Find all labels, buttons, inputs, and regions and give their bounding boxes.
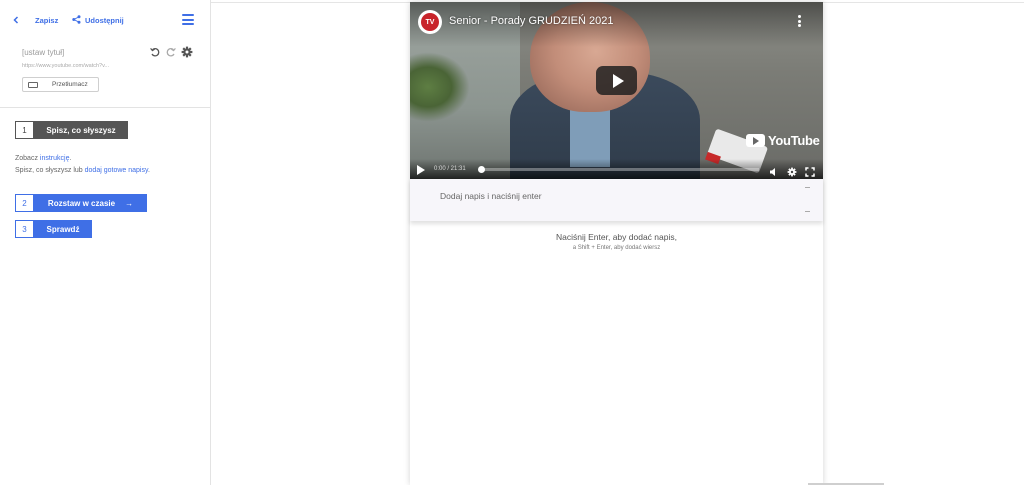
fullscreen-icon[interactable] [805,164,815,177]
instructions-line: Spisz, co słyszysz lub dodaj gotowe napi… [15,167,150,174]
video-time: 0:00 / 21:31 [434,166,466,172]
step-label: Sprawdź [34,220,92,238]
sidebar-toolbar: Zapisz Udostępnij [0,0,210,40]
enter-hint: Naciśnij Enter, aby dodać napis, [556,232,677,242]
editor-panel: TV Senior - Porady GRUDZIEŃ 2021 YouTube… [410,2,823,485]
sidebar-divider [0,107,210,108]
instructions-text: . [69,155,72,162]
step-number: 1 [15,121,34,139]
channel-logo[interactable]: TV [418,10,442,34]
translate-icon [28,81,38,88]
step-number: 3 [15,220,34,238]
title-input[interactable] [22,46,142,58]
play-icon [612,73,624,88]
step-transcribe[interactable]: 1 Spisz, co słyszysz [15,121,128,139]
youtube-logo[interactable]: YouTube [746,133,820,148]
step-label: Spisz, co słyszysz [34,121,128,139]
instructions-text: . [147,167,150,174]
step-label-text: Rozstaw w czasie [47,198,116,208]
step-review[interactable]: 3 Sprawdź [15,220,92,238]
video-player[interactable]: TV Senior - Porady GRUDZIEŃ 2021 YouTube… [410,2,823,179]
play-button[interactable] [596,66,637,95]
step-sync[interactable]: 2 Rozstaw w czasie → [15,194,147,212]
player-settings-icon[interactable] [787,164,797,177]
sidebar: Zapisz Udostępnij [ustaw tytuł] https://… [0,0,211,485]
video-frame-plant [410,52,470,122]
share-icon [72,11,81,29]
youtube-logo-icon [746,134,765,147]
subtitle-time-start[interactable] [805,187,810,188]
progress-knob[interactable] [478,166,485,173]
subtitle-entry [410,179,823,221]
redo-icon[interactable] [165,45,177,57]
subtitle-input[interactable] [440,189,780,203]
more-options-icon[interactable] [795,15,803,29]
youtube-logo-text: YouTube [768,133,820,148]
video-url: https://www.youtube.com/watch?v... [22,63,110,69]
hamburger-menu-icon[interactable] [182,14,194,25]
channel-logo-text: TV [421,13,439,31]
share-label: Udostępnij [85,15,124,25]
translate-button[interactable]: Przetłumacz [22,77,99,92]
add-ready-subtitles-link[interactable]: dodaj gotowe napisy [85,167,148,174]
subtitle-time-end[interactable] [805,211,810,212]
undo-icon[interactable] [149,45,161,57]
arrow-right-icon: → [125,198,134,208]
progress-bar[interactable] [478,166,759,173]
share-button[interactable]: Udostępnij [72,14,124,26]
save-button[interactable]: Zapisz [35,16,58,25]
control-play-icon[interactable] [417,165,425,175]
translate-label: Przetłumacz [52,81,88,88]
instructions-line: Zobacz instrukcję. [15,155,71,162]
instructions-link[interactable]: instrukcję [40,155,70,162]
app-root: Zapisz Udostępnij [ustaw tytuł] https://… [0,0,1024,485]
shift-enter-hint: a Shift + Enter, aby dodać wiersz [572,245,661,251]
instructions-text: Zobacz [15,155,40,162]
video-title[interactable]: Senior - Porady GRUDZIEŃ 2021 [449,15,613,27]
chevron-left-icon[interactable] [11,14,21,26]
gear-icon[interactable] [181,45,193,58]
volume-icon[interactable] [769,164,779,176]
step-number: 2 [15,194,34,212]
instructions-text: Spisz, co słyszysz lub [15,167,85,174]
step-label: Rozstaw w czasie → [34,194,147,212]
